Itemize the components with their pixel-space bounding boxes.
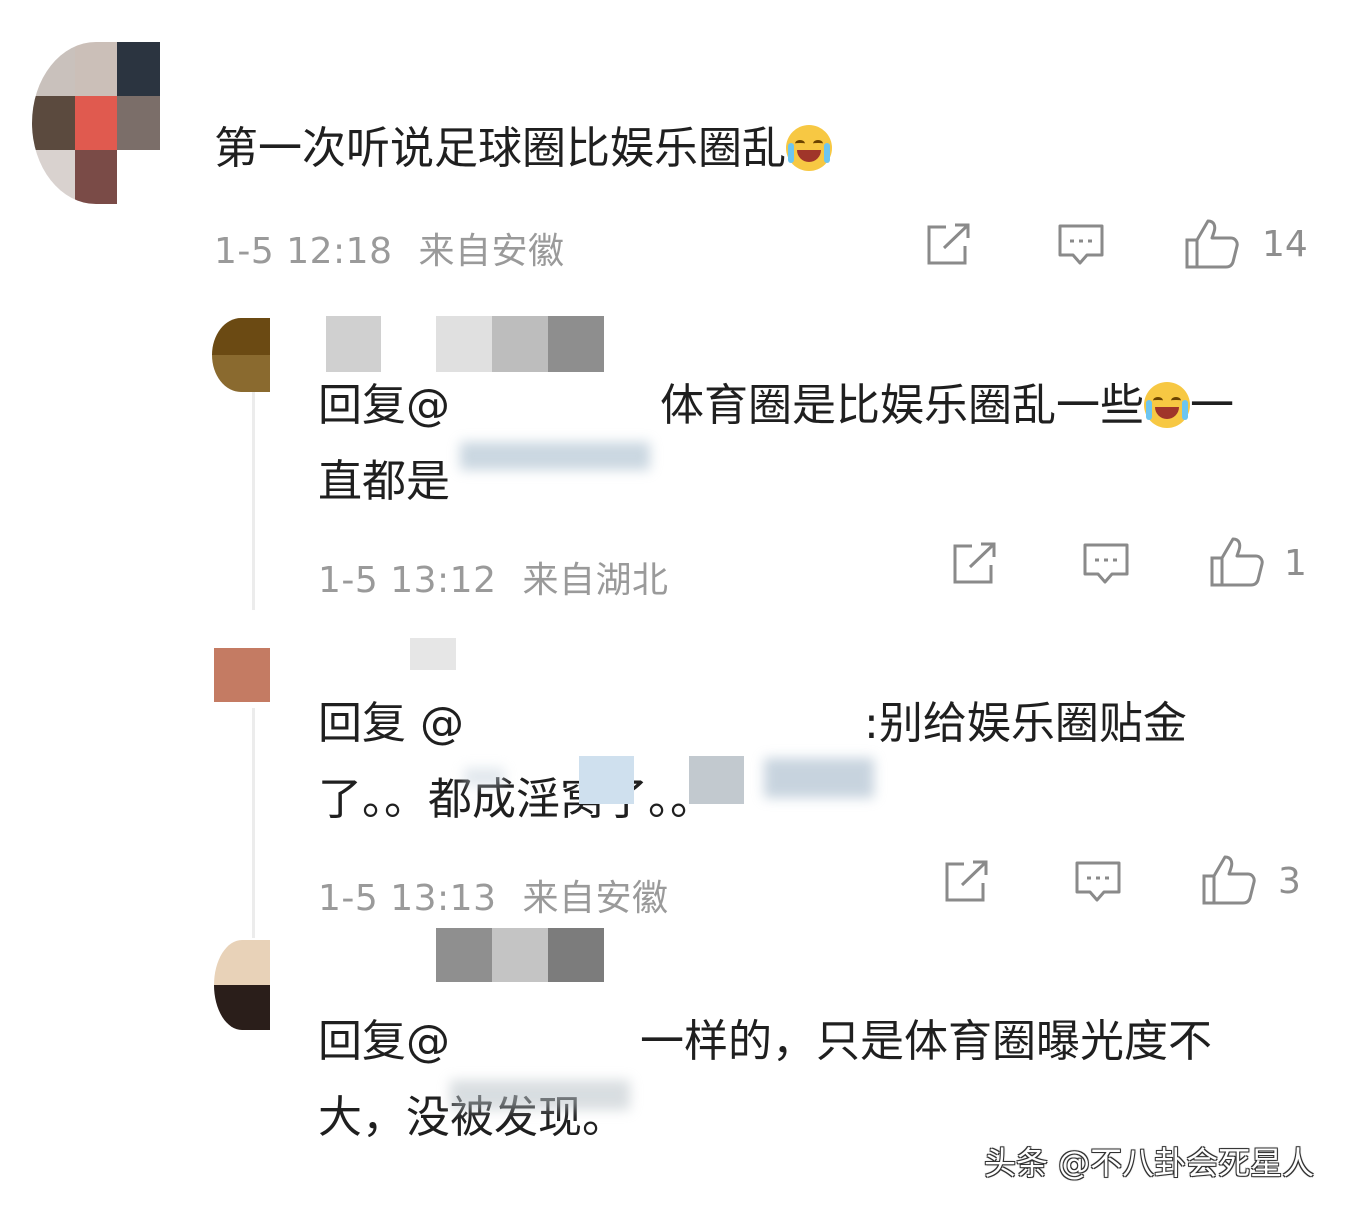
- comment-meta: 1-5 13:12 来自湖北: [318, 551, 668, 603]
- like-count: 3: [1278, 861, 1301, 902]
- username[interactable]: [410, 638, 456, 670]
- reply-text: 回复@ 体育圈是比娱乐圈乱一些一 直都是: [318, 380, 1234, 507]
- avatar[interactable]: [212, 318, 270, 392]
- comment-icon[interactable]: [1073, 859, 1123, 907]
- comment-date: 1-5 13:12: [318, 560, 497, 601]
- reply-text: 回复@ 一样的，只是体育圈曝光度不 大，没被发现。: [318, 1016, 1212, 1143]
- avatar[interactable]: [214, 940, 270, 1030]
- avatar[interactable]: [32, 42, 160, 204]
- avatar[interactable]: [214, 648, 270, 702]
- thumbs-up-icon[interactable]: [1209, 536, 1265, 588]
- like-count: 1: [1284, 543, 1307, 584]
- comment-date: 1-5 12:18: [214, 231, 393, 272]
- comment-date: 1-5 13:13: [318, 878, 497, 919]
- comment-meta: 1-5 13:13 来自安徽: [318, 869, 668, 921]
- share-icon[interactable]: [950, 541, 1000, 587]
- comment-icon[interactable]: [1081, 541, 1131, 589]
- laugh-cry-emoji-icon: [786, 125, 832, 171]
- username[interactable]: [436, 316, 604, 372]
- comment-location: 来自安徽: [522, 878, 669, 919]
- thumbs-up-icon[interactable]: [1184, 218, 1240, 270]
- comment-icon[interactable]: [1056, 222, 1106, 270]
- reply-text: 回复 @ :别给娱乐圈贴金 了。。都成淫窝了。。: [318, 698, 1187, 825]
- comment-location: 来自安徽: [418, 231, 565, 272]
- share-icon[interactable]: [924, 222, 974, 268]
- username[interactable]: [326, 316, 381, 372]
- username[interactable]: [436, 928, 604, 982]
- watermark: 头条 @不八卦会死星人: [984, 1144, 1315, 1182]
- thread-line: [252, 380, 255, 610]
- comment-meta: 1-5 12:18 来自安徽: [214, 222, 564, 274]
- thread-line: [252, 708, 255, 938]
- laugh-cry-emoji-icon: [1144, 382, 1190, 428]
- thumbs-up-icon[interactable]: [1201, 854, 1257, 906]
- comment-text: 第一次听说足球圈比娱乐圈乱: [214, 122, 832, 176]
- comment-location: 来自湖北: [522, 560, 669, 601]
- like-count: 14: [1262, 224, 1308, 265]
- share-icon[interactable]: [942, 859, 992, 905]
